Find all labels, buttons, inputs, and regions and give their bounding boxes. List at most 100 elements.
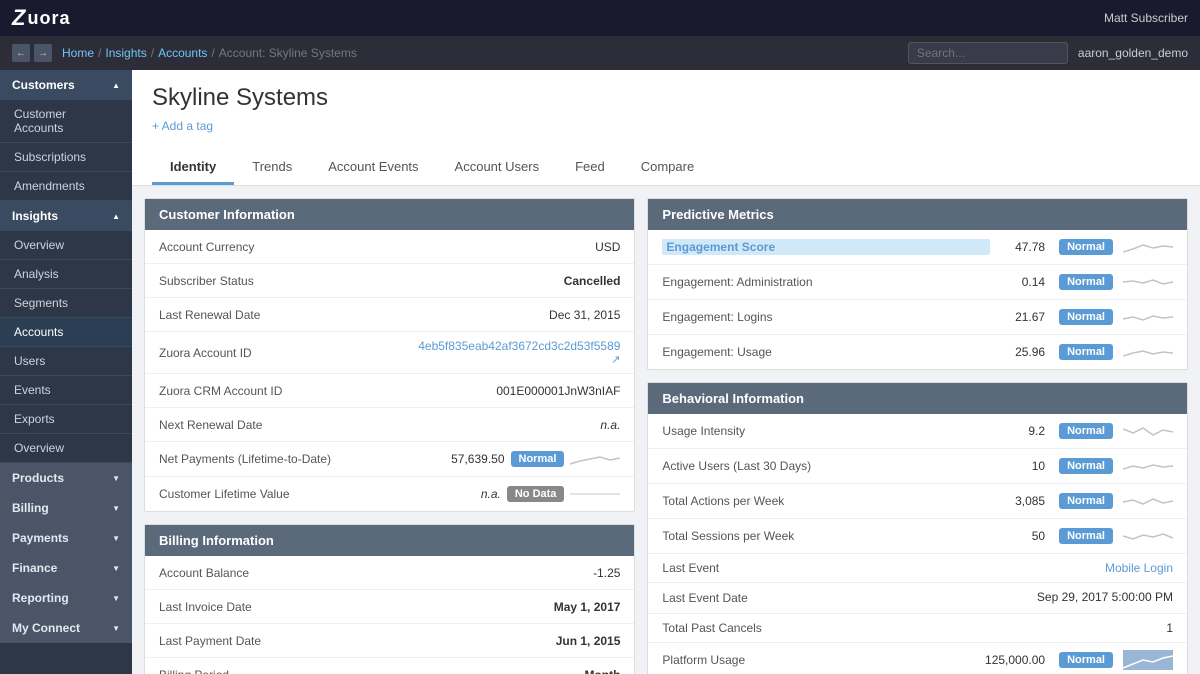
- chevron-icon: ▲: [112, 81, 120, 90]
- billing-info-body: Account Balance -1.25 Last Invoice Date …: [145, 556, 634, 674]
- sidebar-item-exports[interactable]: Exports: [0, 405, 132, 434]
- row-billing-period: Billing Period Month: [145, 658, 634, 674]
- sidebar-item-customer-accounts[interactable]: Customer Accounts: [0, 100, 132, 143]
- controls-usage-intensity: Normal: [1053, 421, 1173, 441]
- label-active-users: Active Users (Last 30 Days): [662, 459, 990, 473]
- breadcrumb-accounts[interactable]: Accounts: [158, 46, 207, 60]
- nav-arrows[interactable]: ← →: [12, 44, 52, 62]
- row-usage-intensity: Usage Intensity 9.2 Normal: [648, 414, 1187, 449]
- row-last-payment: Last Payment Date Jun 1, 2015: [145, 624, 634, 658]
- chart-total-sessions: [1123, 526, 1173, 546]
- value-total-sessions: 50: [990, 529, 1045, 543]
- billing-info-card: Billing Information Account Balance -1.2…: [144, 524, 635, 674]
- controls-engagement-score: Normal: [1053, 237, 1173, 257]
- sidebar-myconnect[interactable]: My Connect ▼: [0, 613, 132, 643]
- tab-account-users[interactable]: Account Users: [437, 151, 558, 185]
- add-tag-link[interactable]: + Add a tag: [152, 119, 213, 133]
- sidebar-customers[interactable]: Customers ▲: [0, 70, 132, 100]
- value-total-actions: 3,085: [990, 494, 1045, 508]
- sidebar-item-analysis[interactable]: Analysis: [0, 260, 132, 289]
- forward-button[interactable]: →: [34, 44, 52, 62]
- chart-usage-intensity: [1123, 421, 1173, 441]
- label-zuora-crm-id: Zuora CRM Account ID: [159, 384, 496, 398]
- value-account-balance: -1.25: [593, 566, 620, 580]
- label-next-renewal: Next Renewal Date: [159, 418, 600, 432]
- tab-account-events[interactable]: Account Events: [310, 151, 436, 185]
- value-zuora-account-id[interactable]: 4eb5f835eab42af3672cd3c2d53f5589: [418, 339, 620, 353]
- value-engagement-admin: 0.14: [990, 275, 1045, 289]
- breadcrumb: Home / Insights / Accounts / Account: Sk…: [62, 46, 898, 60]
- value-account-currency: USD: [595, 240, 620, 254]
- row-zuora-account-id: Zuora Account ID 4eb5f835eab42af3672cd3c…: [145, 332, 634, 374]
- sidebar-finance[interactable]: Finance ▼: [0, 553, 132, 583]
- controls-total-actions: Normal: [1053, 491, 1173, 511]
- row-total-past-cancels: Total Past Cancels 1: [648, 614, 1187, 643]
- back-button[interactable]: ←: [12, 44, 30, 62]
- badge-engagement-admin: Normal: [1059, 274, 1113, 290]
- tab-trends[interactable]: Trends: [234, 151, 310, 185]
- sidebar-products[interactable]: Products ▼: [0, 463, 132, 493]
- sidebar-insights[interactable]: Insights ▲: [0, 201, 132, 231]
- chart-engagement-usage: [1123, 342, 1173, 362]
- sidebar: Customers ▲ Customer Accounts Subscripti…: [0, 70, 132, 674]
- sidebar-item-amendments[interactable]: Amendments: [0, 172, 132, 201]
- row-zuora-crm-id: Zuora CRM Account ID 001E000001JnW3nIAF: [145, 374, 634, 408]
- sidebar-item-overview2[interactable]: Overview: [0, 434, 132, 463]
- behavioral-info-card: Behavioral Information Usage Intensity 9…: [647, 382, 1188, 674]
- chart-engagement-score: [1123, 237, 1173, 257]
- badge-usage-intensity: Normal: [1059, 423, 1113, 439]
- predictive-metrics-body: Engagement Score 47.78 Normal Engagement…: [648, 230, 1187, 369]
- row-account-currency: Account Currency USD: [145, 230, 634, 264]
- value-net-payments: 57,639.50: [451, 452, 504, 466]
- sidebar-item-accounts[interactable]: Accounts: [0, 318, 132, 347]
- controls-total-sessions: Normal: [1053, 526, 1173, 546]
- tab-feed[interactable]: Feed: [557, 151, 623, 185]
- chevron-icon-reporting: ▼: [112, 594, 120, 603]
- external-link-icon: ↗: [611, 353, 620, 366]
- label-engagement-score: Engagement Score: [662, 239, 990, 255]
- two-col-layout: Customer Information Account Currency US…: [132, 186, 1200, 674]
- sidebar-reporting[interactable]: Reporting ▼: [0, 583, 132, 613]
- value-usage-intensity: 9.2: [990, 424, 1045, 438]
- label-engagement-admin: Engagement: Administration: [662, 275, 990, 289]
- sidebar-item-events[interactable]: Events: [0, 376, 132, 405]
- chart-engagement-admin: [1123, 272, 1173, 292]
- sidebar-item-segments[interactable]: Segments: [0, 289, 132, 318]
- row-last-event-date: Last Event Date Sep 29, 2017 5:00:00 PM: [648, 583, 1187, 614]
- label-account-balance: Account Balance: [159, 566, 593, 580]
- badge-customer-ltv: No Data: [507, 486, 565, 502]
- value-engagement-usage: 25.96: [990, 345, 1045, 359]
- sidebar-item-users[interactable]: Users: [0, 347, 132, 376]
- value-platform-usage: 125,000.00: [985, 653, 1045, 667]
- row-engagement-admin: Engagement: Administration 0.14 Normal: [648, 265, 1187, 300]
- chart-platform-usage: [1123, 650, 1173, 670]
- right-column: Predictive Metrics Engagement Score 47.7…: [647, 198, 1188, 674]
- sidebar-payments[interactable]: Payments ▼: [0, 523, 132, 553]
- value-next-renewal: n.a.: [600, 418, 620, 432]
- breadcrumb-insights[interactable]: Insights: [105, 46, 146, 60]
- value-billing-period: Month: [584, 668, 620, 674]
- label-total-sessions: Total Sessions per Week: [662, 529, 990, 543]
- breadcrumb-home[interactable]: Home: [62, 46, 94, 60]
- row-platform-usage: Platform Usage 125,000.00 Normal: [648, 643, 1187, 674]
- controls-engagement-usage: Normal: [1053, 342, 1173, 362]
- value-active-users: 10: [990, 459, 1045, 473]
- chart-customer-ltv: [570, 484, 620, 504]
- predictive-metrics-header: Predictive Metrics: [648, 199, 1187, 230]
- value-last-event[interactable]: Mobile Login: [1105, 561, 1173, 575]
- sidebar-item-subscriptions[interactable]: Subscriptions: [0, 143, 132, 172]
- label-subscriber-status: Subscriber Status: [159, 274, 564, 288]
- sidebar-billing[interactable]: Billing ▼: [0, 493, 132, 523]
- controls-engagement-logins: Normal: [1053, 307, 1173, 327]
- tab-compare[interactable]: Compare: [623, 151, 712, 185]
- label-last-renewal: Last Renewal Date: [159, 308, 549, 322]
- row-engagement-logins: Engagement: Logins 21.67 Normal: [648, 300, 1187, 335]
- tab-identity[interactable]: Identity: [152, 151, 234, 185]
- customer-info-body: Account Currency USD Subscriber Status C…: [145, 230, 634, 511]
- row-next-renewal: Next Renewal Date n.a.: [145, 408, 634, 442]
- sidebar-item-overview[interactable]: Overview: [0, 231, 132, 260]
- label-total-past-cancels: Total Past Cancels: [662, 621, 1118, 635]
- search-input[interactable]: [908, 42, 1068, 64]
- logo-text: uora: [27, 8, 70, 29]
- value-last-invoice: May 1, 2017: [554, 600, 621, 614]
